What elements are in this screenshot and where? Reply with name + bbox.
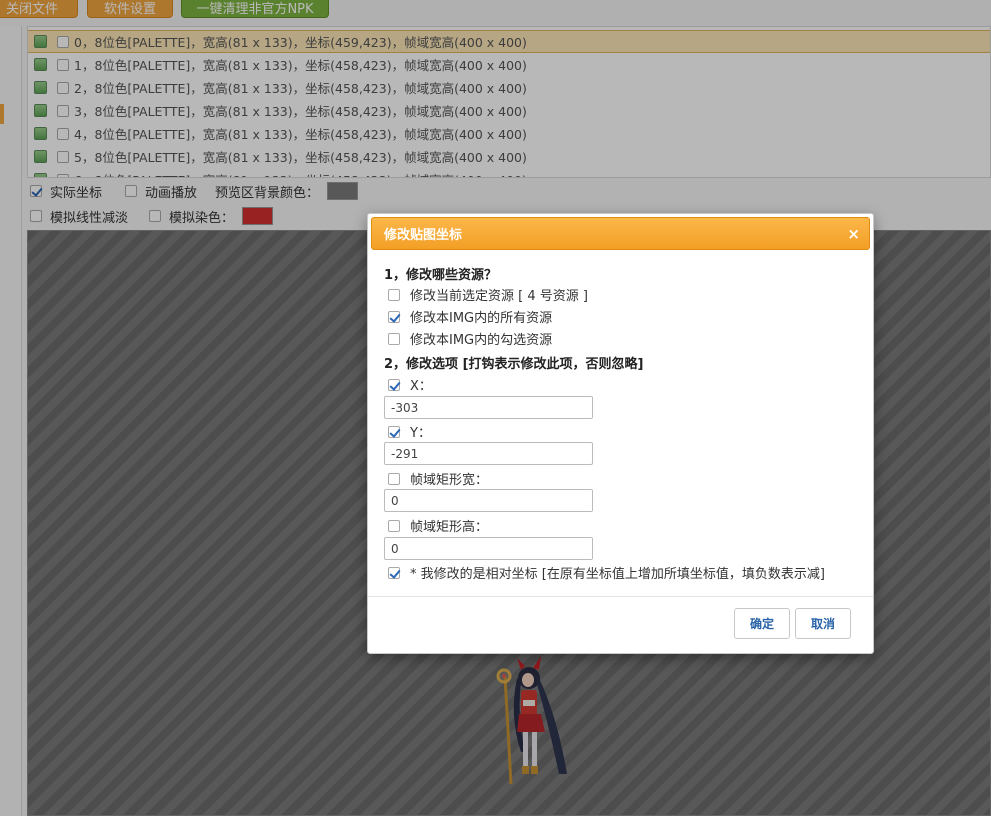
scope-current-label: 修改当前选定资源 [ 4 号资源 ]	[410, 289, 588, 304]
scope-checked-checkbox[interactable]	[388, 332, 400, 345]
y-checkbox[interactable]	[388, 425, 400, 438]
x-label: X：	[410, 379, 432, 394]
frame-width-checkbox[interactable]	[388, 472, 400, 485]
scope-all-option[interactable]: 修改本IMG内的所有资源	[388, 307, 552, 326]
close-icon[interactable]: ×	[847, 225, 860, 243]
x-checkbox[interactable]	[388, 378, 400, 391]
section-scope-title: 1，修改哪些资源？	[384, 268, 498, 283]
cancel-label: 取消	[810, 617, 835, 631]
y-option[interactable]: Y：	[388, 422, 431, 441]
frame-width-value: 0	[391, 493, 399, 508]
scope-checked-option[interactable]: 修改本IMG内的勾选资源	[388, 329, 552, 348]
scope-all-label: 修改本IMG内的所有资源	[410, 311, 553, 326]
x-option[interactable]: X：	[388, 375, 432, 394]
confirm-label: 确定	[749, 617, 774, 631]
scope-current-checkbox[interactable]	[388, 288, 400, 301]
scope-current-option[interactable]: 修改当前选定资源 [ 4 号资源 ]	[388, 285, 588, 304]
edit-coords-dialog: 修改贴图坐标 × 1，修改哪些资源？ 修改当前选定资源 [ 4 号资源 ] 修改…	[367, 213, 874, 654]
confirm-button[interactable]: 确定	[734, 608, 790, 639]
frame-height-value: 0	[391, 541, 399, 556]
frame-height-label: 帧域矩形高：	[410, 520, 489, 535]
frame-width-input[interactable]: 0	[384, 489, 593, 512]
relative-option[interactable]: * 我修改的是相对坐标 [在原有坐标值上增加所填坐标值，填负数表示减]	[388, 563, 825, 582]
frame-height-option[interactable]: 帧域矩形高：	[388, 516, 488, 535]
frame-height-input[interactable]: 0	[384, 537, 593, 560]
dialog-title: 修改贴图坐标	[384, 228, 463, 243]
frame-width-label: 帧域矩形宽：	[410, 473, 489, 488]
section-options-title: 2，修改选项 [打钩表示修改此项，否则忽略]	[384, 357, 644, 372]
frame-height-checkbox[interactable]	[388, 519, 400, 532]
y-input[interactable]: -291	[384, 442, 593, 465]
dialog-divider	[368, 596, 873, 597]
frame-width-option[interactable]: 帧域矩形宽：	[388, 469, 488, 488]
dialog-header: 修改贴图坐标 ×	[371, 217, 870, 250]
y-input-value: -291	[391, 446, 419, 461]
x-input[interactable]: -303	[384, 396, 593, 419]
cancel-button[interactable]: 取消	[795, 608, 851, 639]
x-input-value: -303	[391, 400, 419, 415]
relative-label: * 我修改的是相对坐标 [在原有坐标值上增加所填坐标值，填负数表示减]	[410, 567, 825, 582]
y-label: Y：	[410, 426, 431, 441]
scope-all-checkbox[interactable]	[388, 310, 400, 323]
scope-checked-label: 修改本IMG内的勾选资源	[410, 333, 553, 348]
relative-checkbox[interactable]	[388, 566, 400, 579]
